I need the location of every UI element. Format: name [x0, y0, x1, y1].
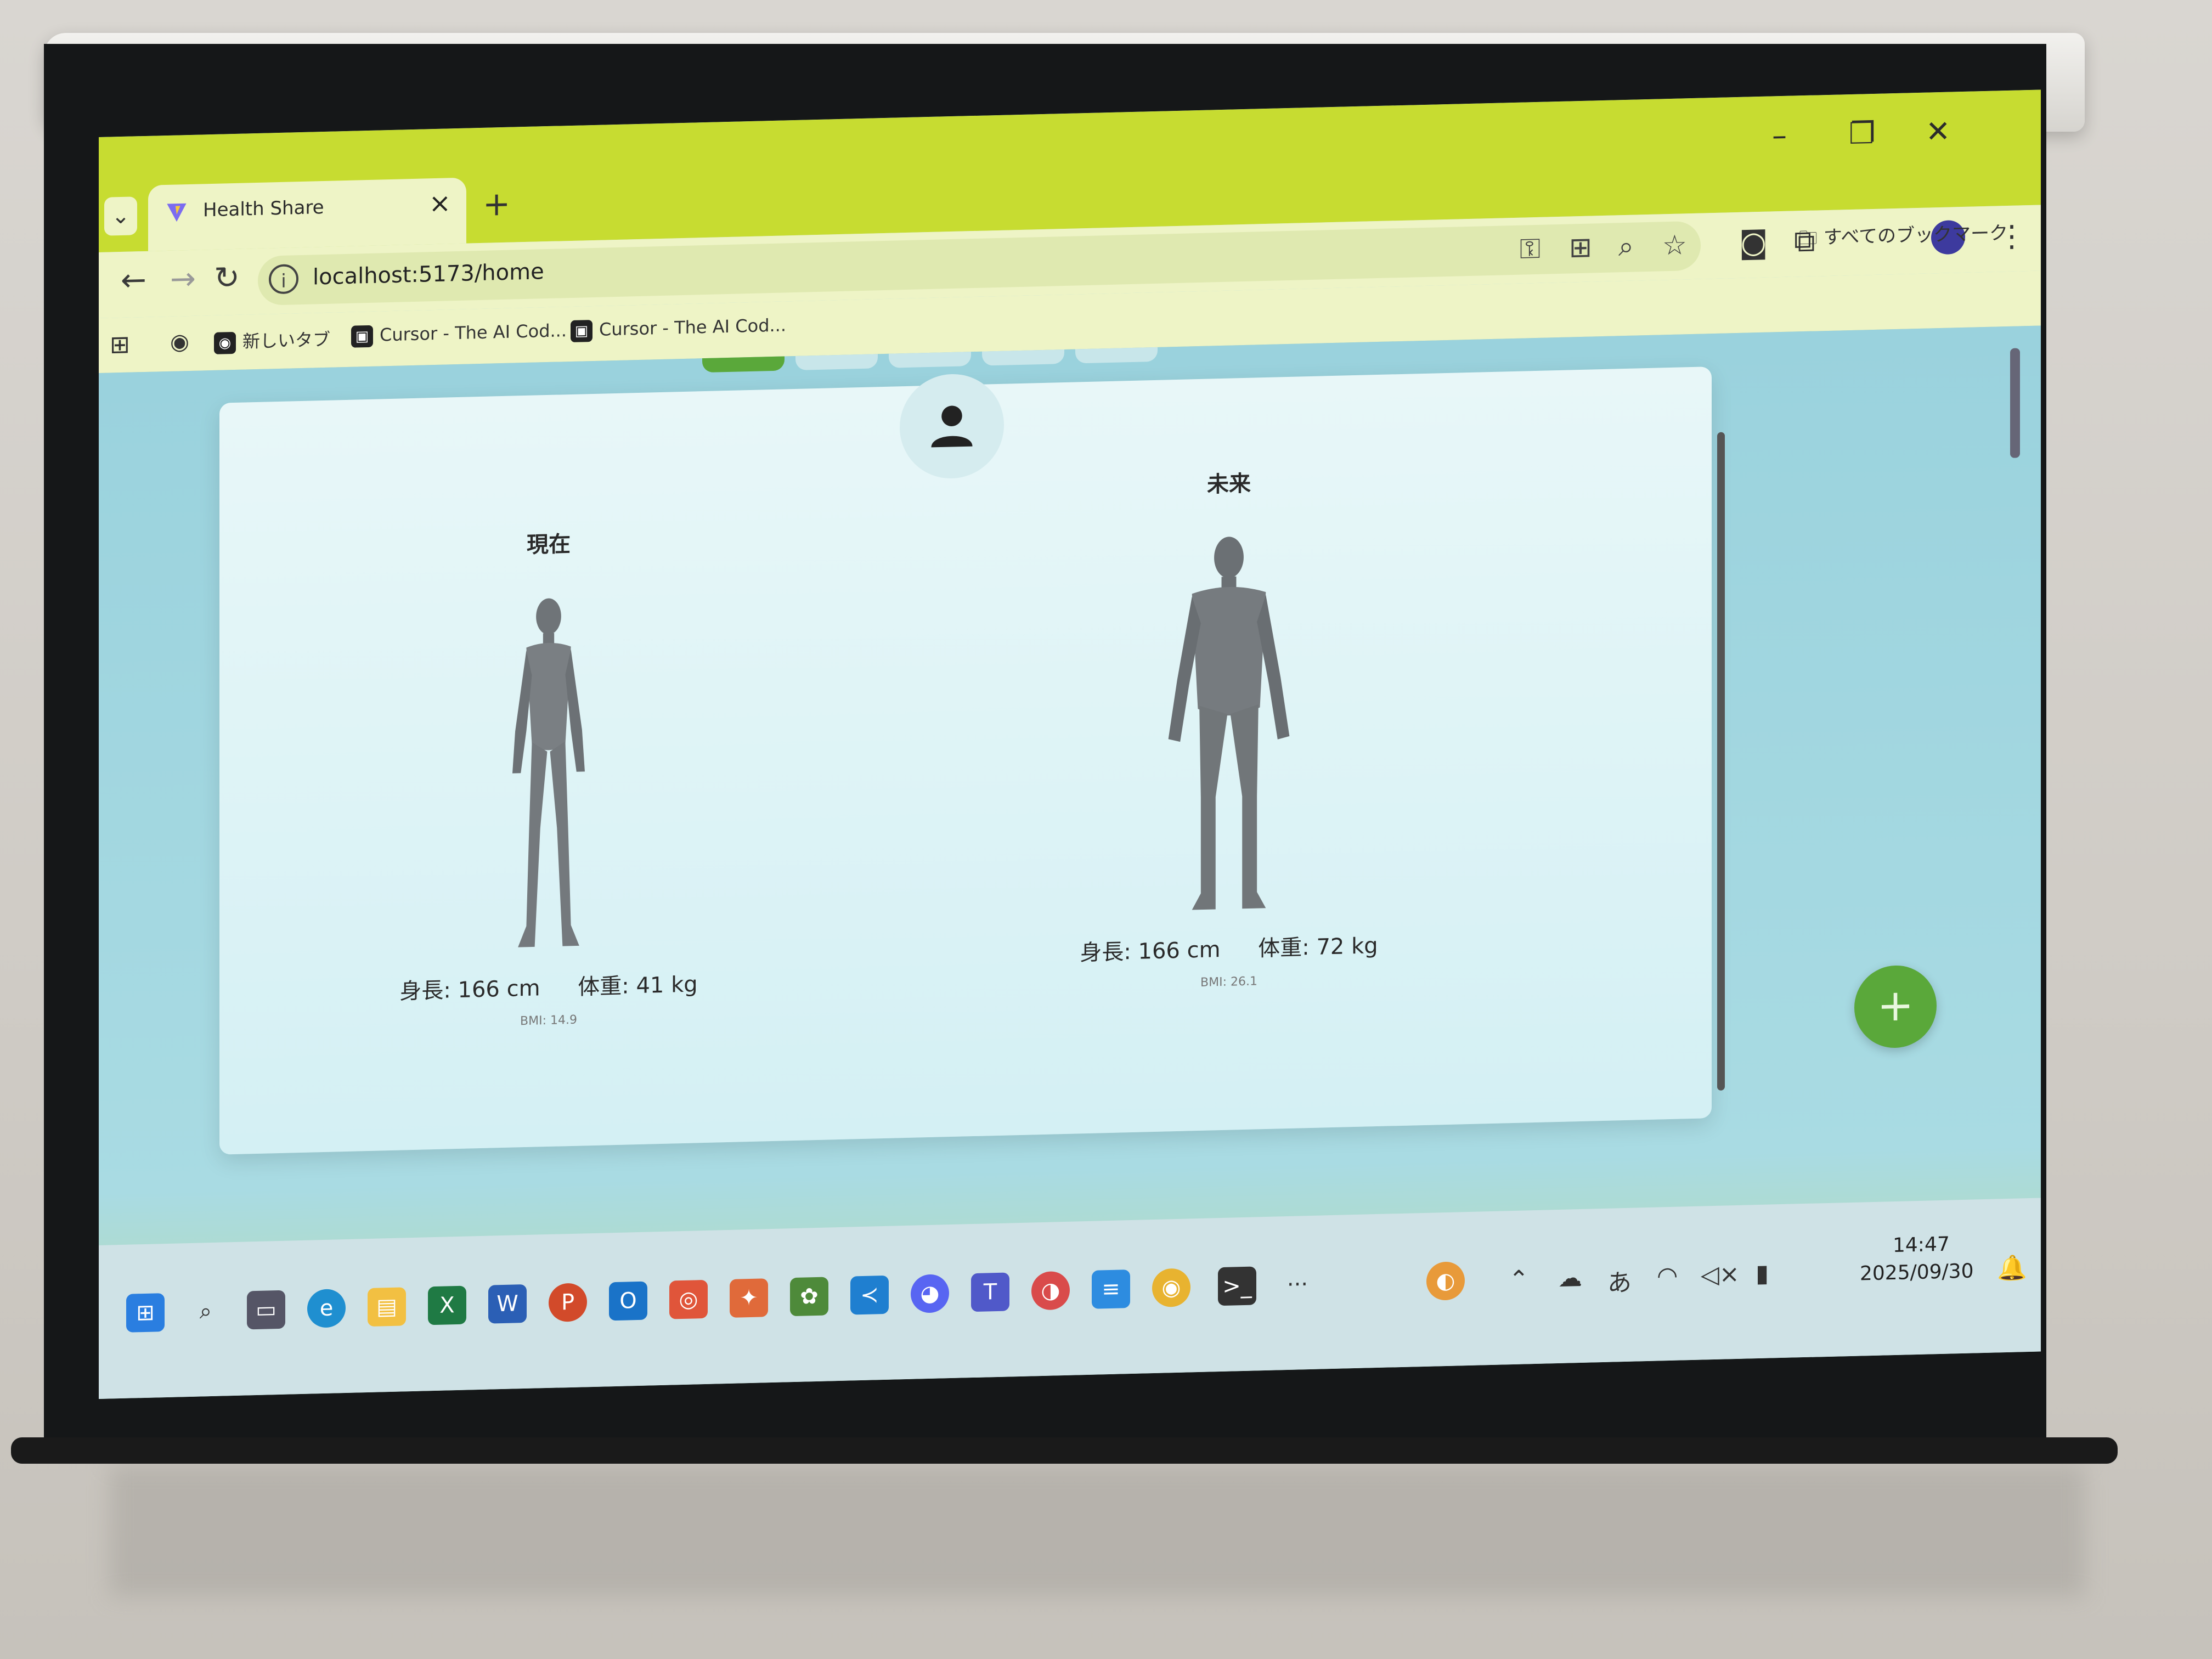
current-bmi: BMI: 14.9 [520, 1013, 577, 1029]
restore-button[interactable]: ❐ [1849, 116, 1875, 151]
zoom-icon[interactable]: ⌕ [1618, 230, 1634, 263]
search-icon[interactable]: ⌕ [187, 1291, 225, 1331]
future-stats: 身長: 166 cm 体重: 72 kg [982, 926, 1476, 969]
screen-shadow [110, 1465, 2085, 1596]
outlook-icon[interactable]: O [609, 1281, 647, 1321]
vite-favicon-icon [167, 203, 187, 222]
ime-indicator[interactable]: あ [1607, 1263, 1632, 1299]
apps-grid-icon[interactable]: ⊞ [110, 331, 130, 359]
bookmark-cursor-2[interactable]: ▣ Cursor - The AI Cod... [571, 314, 786, 342]
cursor-logo-icon: ▣ [571, 320, 592, 342]
app-icon[interactable]: ✦ [730, 1278, 768, 1318]
future-title: 未来 [1207, 471, 1251, 498]
tab-health-share[interactable]: Health Share × [148, 177, 466, 251]
more-apps-icon[interactable]: ··· [1278, 1265, 1317, 1305]
user-avatar[interactable] [900, 373, 1004, 480]
clock-date[interactable]: 2025/09/30 [1860, 1260, 1974, 1285]
app-icon[interactable]: ✿ [790, 1277, 828, 1317]
close-window-button[interactable]: ✕ [1926, 114, 1950, 149]
terminal-icon[interactable]: >_ [1218, 1266, 1256, 1306]
notification-bell-icon[interactable]: 🔔 [1997, 1253, 2027, 1282]
app-tab[interactable] [982, 349, 1064, 366]
chrome-icon[interactable]: ◉ [1152, 1268, 1190, 1308]
modal-scrollbar[interactable] [1712, 366, 1734, 1124]
password-key-icon[interactable]: ⚿ [1520, 233, 1541, 266]
onedrive-icon[interactable]: ☁ [1558, 1264, 1582, 1293]
excel-icon[interactable]: X [428, 1285, 466, 1325]
current-body-model[interactable] [477, 590, 620, 955]
notepad-icon[interactable]: ≡ [1092, 1269, 1130, 1309]
translate-icon[interactable]: ⊞ [1569, 231, 1592, 263]
volume-muted-icon[interactable]: ◁× [1701, 1260, 1740, 1289]
minimize-button[interactable]: – [1772, 118, 1787, 153]
back-arrow-icon[interactable]: ← [121, 262, 146, 298]
windows-start-icon[interactable]: ⊞ [126, 1293, 165, 1333]
person-icon [931, 405, 973, 448]
bookmark-new-tab[interactable]: ◉ 新しいタブ [214, 326, 330, 354]
globe-icon[interactable]: ◉ [170, 329, 189, 355]
current-title: 現在 [527, 531, 571, 558]
tab-title: Health Share [203, 196, 324, 222]
page-scrollbar-thumb[interactable] [2010, 348, 2020, 458]
app-tab[interactable] [795, 354, 878, 370]
file-explorer-icon[interactable]: ▤ [368, 1287, 406, 1327]
cursor-logo-icon: ▣ [351, 325, 373, 348]
app-icon[interactable]: ◑ [1031, 1271, 1070, 1311]
task-view-icon[interactable]: ▭ [247, 1290, 285, 1330]
future-body-panel: 未来 身長: 166 cm 体重: 72 kg BMI: 26.1 [982, 460, 1476, 995]
future-body-model[interactable] [1147, 529, 1311, 917]
future-weight: 体重: 72 kg [1258, 933, 1378, 962]
app-tab[interactable] [889, 352, 971, 368]
body-comparison-modal: 現在 身長: 166 cm 体重: 41 kg BMI: 14.9 未来 身長:… [219, 366, 1712, 1155]
add-button[interactable]: + [1854, 964, 1937, 1049]
camera-icon[interactable]: ◙ [1739, 225, 1768, 260]
bookmark-cursor-1[interactable]: ▣ Cursor - The AI Cod... [351, 320, 567, 348]
new-tab-button[interactable]: + [483, 185, 510, 224]
page-scrollbar[interactable] [2002, 326, 2030, 1193]
tab-close-icon[interactable]: × [429, 188, 451, 219]
copilot-icon[interactable]: ◐ [1426, 1261, 1465, 1301]
projected-desktop: ⌄ Health Share × + – ❐ ✕ ← → ↻ i localho… [99, 89, 2041, 1399]
app-tab[interactable] [1075, 347, 1158, 364]
future-bmi: BMI: 26.1 [1200, 974, 1257, 990]
app-icon[interactable]: ◎ [669, 1279, 708, 1319]
current-height: 身長: 166 cm [399, 975, 540, 1005]
modal-scrollbar-thumb[interactable] [1717, 432, 1725, 1091]
folder-icon: 🗀 [1798, 227, 1824, 250]
projector-screen-bottom-bar [11, 1437, 2118, 1464]
current-stats: 身長: 166 cm 体重: 41 kg [302, 964, 795, 1008]
battery-icon[interactable]: ▮ [1756, 1260, 1769, 1288]
edge-icon[interactable]: e [307, 1289, 346, 1328]
current-body-panel: 現在 身長: 166 cm 体重: 41 kg BMI: 14.9 [302, 521, 795, 1034]
tab-search-button[interactable]: ⌄ [104, 196, 137, 236]
discord-icon[interactable]: ◕ [911, 1274, 949, 1313]
future-height: 身長: 166 cm [1080, 937, 1221, 966]
clock-time[interactable]: 14:47 [1893, 1233, 1950, 1257]
chevron-up-icon[interactable]: ⌃ [1509, 1265, 1529, 1294]
globe-icon: ◉ [214, 331, 236, 354]
vscode-icon[interactable]: ≺ [850, 1275, 889, 1315]
all-bookmarks-folder[interactable]: 🗀 すべてのブックマーク [1799, 218, 2008, 256]
forward-arrow-icon[interactable]: → [170, 261, 196, 297]
wifi-icon[interactable]: ◠ [1657, 1262, 1678, 1290]
bookmark-star-icon[interactable]: ☆ [1662, 229, 1687, 261]
reload-icon[interactable]: ↻ [214, 260, 240, 296]
site-info-icon[interactable]: i [269, 264, 298, 295]
teams-icon[interactable]: T [971, 1272, 1009, 1312]
word-icon[interactable]: W [488, 1284, 527, 1324]
app-tab-active[interactable] [702, 356, 785, 373]
url-text[interactable]: localhost:5173/home [313, 259, 544, 290]
powerpoint-icon[interactable]: P [549, 1283, 587, 1322]
current-weight: 体重: 41 kg [578, 972, 698, 1000]
